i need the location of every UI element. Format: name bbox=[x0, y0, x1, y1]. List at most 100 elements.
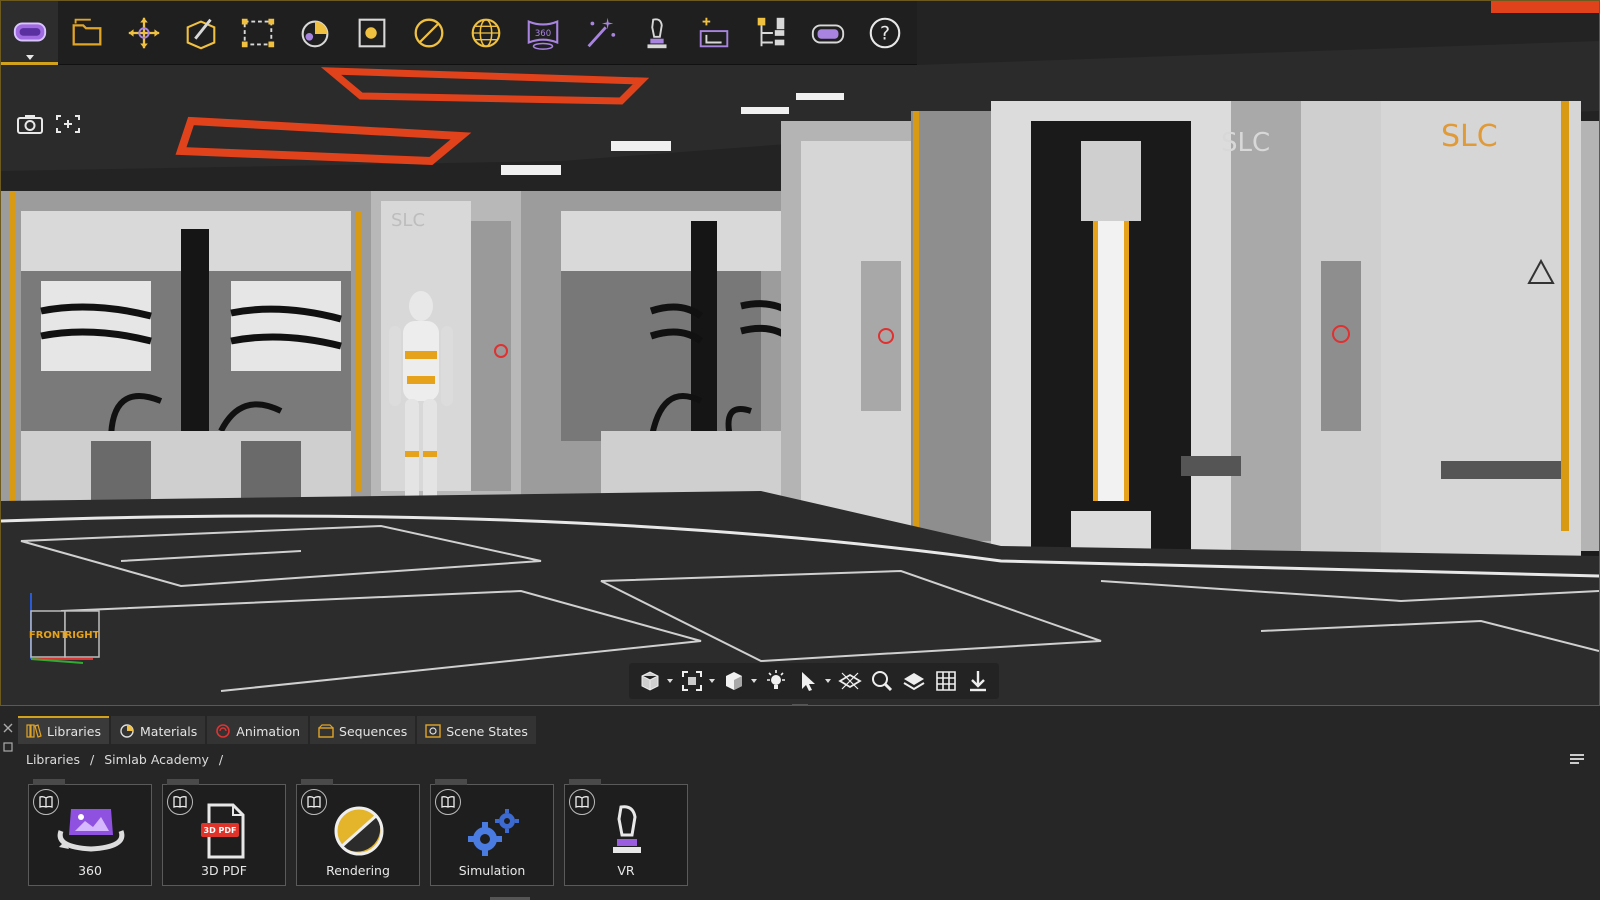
rendering-icon bbox=[414, 18, 443, 47]
grid-button[interactable] bbox=[931, 666, 961, 696]
libraries-panel: Libraries Materials Animation Sequences … bbox=[0, 706, 1600, 900]
layers-icon bbox=[903, 673, 925, 691]
open-button[interactable] bbox=[58, 1, 115, 65]
svg-text:3D PDF: 3D PDF bbox=[204, 826, 237, 835]
rendering-button[interactable] bbox=[400, 1, 457, 65]
transform-move-icon bbox=[128, 17, 159, 48]
view-cube-right: RIGHT bbox=[65, 630, 100, 641]
download-arrow-icon bbox=[970, 671, 986, 692]
tab-label: Libraries bbox=[47, 723, 101, 739]
light-bulb-icon bbox=[767, 670, 785, 689]
libraries-icon bbox=[26, 724, 42, 738]
close-panel-icon[interactable] bbox=[3, 723, 13, 733]
float-panel-icon[interactable] bbox=[3, 742, 13, 752]
tab-libraries[interactable]: Libraries bbox=[18, 716, 109, 744]
card-label: Rendering bbox=[326, 863, 390, 878]
selection-box-icon bbox=[241, 18, 274, 47]
animation-icon bbox=[216, 724, 231, 738]
add-view-icon bbox=[56, 115, 80, 133]
view-cube-front: FRONT bbox=[29, 630, 67, 641]
library-card-simulation[interactable]: Simulation bbox=[430, 779, 554, 886]
panorama-360-card-icon bbox=[57, 809, 125, 852]
tab-animation[interactable]: Animation bbox=[207, 716, 309, 744]
panel-tabs: Libraries Materials Animation Sequences … bbox=[18, 716, 536, 744]
breadcrumb-simlab-academy[interactable]: Simlab Academy bbox=[104, 752, 209, 767]
main-toolbar: 360 ? bbox=[1, 1, 917, 65]
screenshot-button[interactable] bbox=[15, 111, 45, 137]
tab-label: Materials bbox=[140, 723, 198, 739]
select-mode-button[interactable] bbox=[793, 666, 823, 696]
breadcrumb-separator: / bbox=[90, 752, 95, 767]
vr-card-icon bbox=[613, 805, 641, 853]
breadcrumb: Libraries / Simlab Academy / bbox=[26, 752, 223, 767]
magnifier-icon bbox=[872, 671, 893, 692]
library-card-vr[interactable]: VR bbox=[564, 779, 688, 886]
camera-tools bbox=[15, 111, 83, 137]
section-button[interactable] bbox=[835, 666, 865, 696]
simulation-card-icon bbox=[468, 809, 519, 856]
library-card-3d-pdf[interactable]: 3D PDF 3D PDF bbox=[162, 779, 286, 886]
zoom-extents-button[interactable] bbox=[677, 666, 707, 696]
render-frame-icon bbox=[358, 18, 385, 47]
camera-icon bbox=[17, 115, 43, 134]
render-frame-button[interactable] bbox=[343, 1, 400, 65]
inspect-button[interactable] bbox=[867, 666, 897, 696]
panel-menu-icon[interactable] bbox=[1570, 754, 1584, 766]
viewport-toolbar bbox=[629, 663, 999, 699]
svg-text:360: 360 bbox=[534, 28, 550, 38]
tab-label: Scene States bbox=[446, 723, 528, 739]
vr-view-button[interactable] bbox=[799, 1, 856, 65]
section-plane-icon bbox=[838, 672, 862, 690]
tab-label: Sequences bbox=[339, 723, 408, 739]
view-cube[interactable]: FRONT RIGHT bbox=[23, 593, 103, 669]
library-card-360[interactable]: 360 bbox=[28, 779, 152, 886]
lighting-button[interactable] bbox=[761, 666, 791, 696]
hierarchy-icon bbox=[757, 17, 784, 46]
library-card-rendering[interactable]: Rendering bbox=[296, 779, 420, 886]
wall-logo: SLC bbox=[1441, 119, 1498, 154]
shading-button[interactable] bbox=[719, 666, 749, 696]
shading-cube-icon bbox=[726, 672, 742, 690]
edit-object-button[interactable] bbox=[172, 1, 229, 65]
layers-button[interactable] bbox=[899, 666, 929, 696]
environment-globe-icon bbox=[471, 18, 500, 47]
pdf-card-icon: 3D PDF bbox=[201, 803, 245, 859]
magic-wand-icon bbox=[587, 17, 615, 47]
3d-viewport[interactable]: SLC SLC SLC 360 ? FRONT RIGHT bbox=[0, 0, 1600, 706]
vr-controller-button[interactable] bbox=[628, 1, 685, 65]
drop-to-floor-button[interactable] bbox=[963, 666, 993, 696]
svg-text:SLC: SLC bbox=[391, 210, 425, 231]
pointer-icon bbox=[802, 672, 815, 691]
svg-text:?: ? bbox=[879, 22, 889, 44]
vr-view-icon bbox=[811, 23, 844, 43]
add-camera-button[interactable] bbox=[53, 111, 83, 137]
vr-controller-icon bbox=[647, 17, 666, 48]
library-grid: 360 3D PDF 3D PDF Rendering Simulation V… bbox=[28, 779, 688, 886]
scene-tree-button[interactable] bbox=[685, 1, 742, 65]
tab-materials[interactable]: Materials bbox=[111, 716, 206, 744]
breadcrumb-libraries[interactable]: Libraries bbox=[26, 752, 80, 767]
panorama-360-button[interactable]: 360 bbox=[514, 1, 571, 65]
help-icon: ? bbox=[869, 17, 900, 48]
rendering-card-icon bbox=[334, 806, 384, 856]
vr-headset-button[interactable] bbox=[1, 1, 58, 65]
selection-button[interactable] bbox=[229, 1, 286, 65]
scene-tree-icon bbox=[699, 17, 728, 47]
transform-button[interactable] bbox=[115, 1, 172, 65]
zoom-extents-icon bbox=[682, 671, 702, 691]
sequences-icon bbox=[318, 724, 334, 738]
svg-text:SLC: SLC bbox=[1221, 128, 1270, 158]
help-button[interactable]: ? bbox=[856, 1, 913, 65]
view-mode-button[interactable] bbox=[635, 666, 665, 696]
tab-scene-states[interactable]: Scene States bbox=[417, 716, 536, 744]
open-folder-icon bbox=[72, 18, 101, 46]
magic-wand-button[interactable] bbox=[571, 1, 628, 65]
materials-button[interactable] bbox=[286, 1, 343, 65]
materials-tab-icon bbox=[120, 724, 134, 738]
card-label: 360 bbox=[78, 863, 102, 878]
tab-sequences[interactable]: Sequences bbox=[310, 716, 416, 744]
hierarchy-button[interactable] bbox=[742, 1, 799, 65]
environment-button[interactable] bbox=[457, 1, 514, 65]
scene-states-icon bbox=[425, 724, 441, 738]
tab-label: Animation bbox=[236, 723, 301, 739]
